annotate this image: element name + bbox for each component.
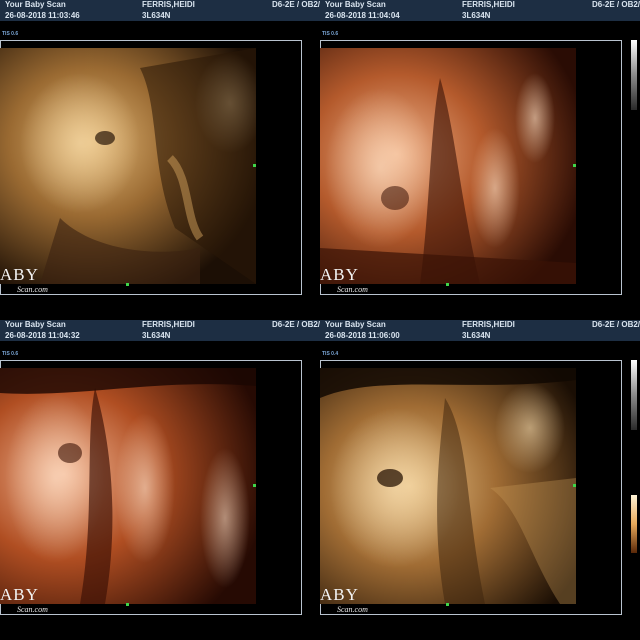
tis-readout: TIS 0.6	[322, 31, 339, 37]
scan-header: Your Baby Scan 26-08-2018 11:06:00 FERRI…	[320, 320, 640, 341]
watermark-logo: ABY	[0, 585, 39, 604]
watermark-site: Scan.com	[17, 285, 48, 294]
tis-readout: TIS 0.6	[2, 31, 19, 37]
patient-name: FERRIS,HEIDI	[142, 0, 195, 9]
scan-header: Your Baby Scan 26-08-2018 11:04:32 FERRI…	[0, 320, 320, 341]
ultrasound-image	[320, 368, 576, 604]
scan-datetime: 26-08-2018 11:04:32	[5, 331, 80, 340]
scan-header: Your Baby Scan 26-08-2018 11:03:46 FERRI…	[0, 0, 320, 21]
scan-panel-1: Your Baby Scan 26-08-2018 11:03:46 FERRI…	[0, 0, 320, 320]
patient-name: FERRIS,HEIDI	[462, 0, 515, 9]
color-map-bar	[631, 495, 637, 553]
ultrasound-image	[0, 368, 256, 604]
tis-readout: TIS 0.6	[2, 351, 19, 357]
watermark-logo: ABY	[320, 265, 359, 284]
focus-marker	[126, 283, 129, 286]
scan-panel-2: Your Baby Scan 26-08-2018 11:04:04 FERRI…	[320, 0, 640, 320]
probe-label: D6-2E / OB2/	[592, 320, 640, 329]
watermark-site: Scan.com	[17, 605, 48, 614]
patient-id: 3L634N	[462, 11, 491, 20]
focus-marker	[446, 283, 449, 286]
clinic-name: Your Baby Scan	[5, 320, 66, 329]
focus-marker	[126, 603, 129, 606]
depth-marker	[253, 164, 256, 167]
scan-panel-3: Your Baby Scan 26-08-2018 11:04:32 FERRI…	[0, 320, 320, 640]
patient-id: 3L634N	[462, 331, 491, 340]
clinic-name: Your Baby Scan	[325, 320, 386, 329]
grayscale-bar	[631, 40, 637, 110]
patient-name: FERRIS,HEIDI	[142, 320, 195, 329]
tis-readout: TIS 0.4	[322, 351, 339, 357]
scan-datetime: 26-08-2018 11:03:46	[5, 11, 80, 20]
probe-label: D6-2E / OB2/	[272, 320, 320, 329]
ultrasound-image	[320, 48, 576, 284]
watermark-site: Scan.com	[337, 285, 368, 294]
probe-label: D6-2E / OB2/	[592, 0, 640, 9]
patient-id: 3L634N	[142, 331, 171, 340]
scan-header: Your Baby Scan 26-08-2018 11:04:04 FERRI…	[320, 0, 640, 21]
scan-datetime: 26-08-2018 11:06:00	[325, 331, 400, 340]
depth-marker	[573, 484, 576, 487]
grayscale-bar	[631, 360, 637, 430]
clinic-name: Your Baby Scan	[325, 0, 386, 9]
watermark-logo: ABY	[0, 265, 39, 284]
patient-name: FERRIS,HEIDI	[462, 320, 515, 329]
clinic-name: Your Baby Scan	[5, 0, 66, 9]
probe-label: D6-2E / OB2/	[272, 0, 320, 9]
ultrasound-image	[0, 48, 256, 284]
patient-id: 3L634N	[142, 11, 171, 20]
watermark-site: Scan.com	[337, 605, 368, 614]
scan-panel-4: Your Baby Scan 26-08-2018 11:06:00 FERRI…	[320, 320, 640, 640]
depth-marker	[253, 484, 256, 487]
watermark-logo: ABY	[320, 585, 359, 604]
scan-datetime: 26-08-2018 11:04:04	[325, 11, 400, 20]
focus-marker	[446, 603, 449, 606]
depth-marker	[573, 164, 576, 167]
